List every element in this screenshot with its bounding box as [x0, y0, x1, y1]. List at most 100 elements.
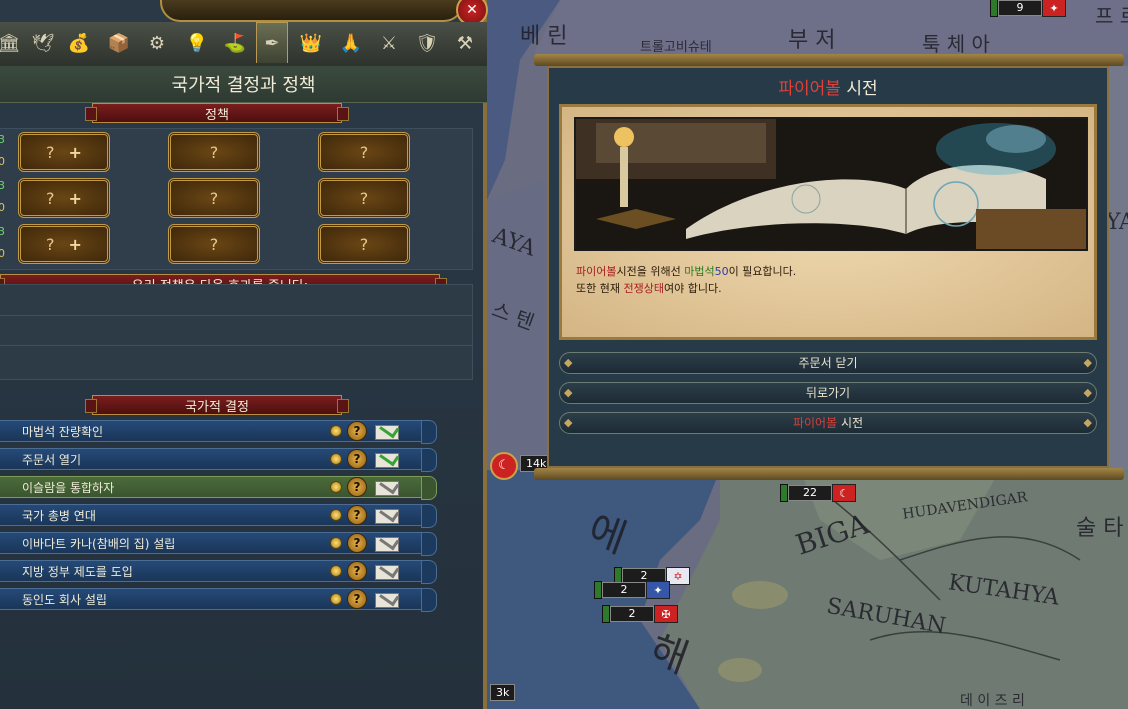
- map-label: 프 로: [1095, 4, 1128, 28]
- decision-item[interactable]: 동인도 회사 설립 ?: [0, 588, 437, 612]
- policy-effects-area: [0, 284, 473, 380]
- envelope-disabled-icon[interactable]: [375, 481, 399, 496]
- add-policy-icon[interactable]: +: [69, 143, 82, 162]
- event-parchment: 파이어볼시전을 위해선 마법석50이 필요합니다. 또한 현재 전쟁상태여야 합…: [559, 104, 1097, 340]
- divider: [0, 345, 472, 346]
- option-close-scroll-button[interactable]: 주문서 닫기: [559, 352, 1097, 374]
- stability-tab-icon[interactable]: 🛡: [412, 26, 442, 60]
- event-text-spell: 파이어볼: [576, 265, 617, 278]
- trade-tab-icon[interactable]: 📦: [104, 26, 134, 60]
- event-title-rest: 시전: [840, 79, 878, 99]
- panel-title: 국가적 결정과 정책: [171, 75, 316, 96]
- help-icon[interactable]: ?: [347, 561, 367, 581]
- event-text-line: 파이어볼시전을 위해선 마법석50이 필요합니다.: [576, 263, 1086, 280]
- event-text-war-state: 전쟁상태: [623, 282, 664, 295]
- option-rest: 시전: [837, 416, 864, 430]
- envelope-disabled-icon[interactable]: [375, 509, 399, 524]
- option-spell-name: 파이어볼: [792, 416, 838, 430]
- policy-count: 0: [0, 155, 5, 168]
- military-tab-icon[interactable]: ⚔: [374, 26, 404, 60]
- decision-item[interactable]: 국가 총병 연대 ?: [0, 504, 437, 528]
- policy-slot[interactable]: ? +: [18, 178, 110, 218]
- unit-flag-icon: ☾: [832, 484, 856, 502]
- help-icon[interactable]: ?: [347, 477, 367, 497]
- navy-unit[interactable]: 2 ✠: [602, 605, 678, 623]
- unit-morale-bar: [780, 484, 788, 502]
- help-icon[interactable]: ?: [347, 449, 367, 469]
- policy-slot[interactable]: ? +: [18, 224, 110, 264]
- diplomacy-tab-icon[interactable]: 🕊: [28, 26, 58, 60]
- help-icon[interactable]: ?: [347, 505, 367, 525]
- missions-tab-icon[interactable]: ⛳: [220, 26, 250, 60]
- event-text-amount: 50: [714, 265, 729, 278]
- unit-morale-bar: [990, 0, 998, 17]
- decisions-tab-icon[interactable]: ✒: [256, 22, 288, 63]
- enact-envelope-icon[interactable]: [375, 453, 399, 468]
- unit-size: 2: [602, 582, 646, 598]
- unit-flag-icon: ✦: [1042, 0, 1066, 17]
- enact-envelope-icon[interactable]: [375, 425, 399, 440]
- map-label: 트롤고비슈테: [640, 40, 712, 55]
- policy-slot[interactable]: ?: [168, 178, 260, 218]
- option-cast-fireball-button[interactable]: 파이어볼 시전: [559, 412, 1097, 434]
- coin-icon: [330, 565, 342, 577]
- add-policy-icon[interactable]: +: [69, 235, 82, 254]
- city-chip: 3k: [490, 684, 516, 701]
- unit-morale-bar: [594, 581, 602, 599]
- navy-unit[interactable]: 2 ✦: [594, 581, 670, 599]
- decision-endcap: [421, 448, 437, 472]
- unit-flag-icon: ✠: [654, 605, 678, 623]
- event-text-line: 또한 현재 전쟁상태여야 합니다.: [576, 280, 1086, 297]
- envelope-disabled-icon[interactable]: [375, 593, 399, 608]
- policy-slot[interactable]: ?: [168, 132, 260, 172]
- ideas-tab-icon[interactable]: 💡: [182, 26, 212, 60]
- decision-item[interactable]: 이슬람을 통합하자 ?: [0, 476, 437, 500]
- decision-item[interactable]: 주문서 열기 ?: [0, 448, 437, 472]
- event-text-resource: 마법석: [684, 265, 715, 278]
- envelope-disabled-icon[interactable]: [375, 537, 399, 552]
- event-frame-top: [534, 54, 1124, 66]
- unit-size: 9: [998, 0, 1042, 16]
- spellbook-illustration: [576, 119, 1086, 249]
- event-frame-bottom: [534, 468, 1124, 480]
- economy-tab-icon[interactable]: 💰: [64, 26, 94, 60]
- production-tab-icon[interactable]: ⚒: [450, 26, 480, 60]
- decision-item[interactable]: 지방 정부 제도를 도입 ?: [0, 560, 437, 584]
- help-icon[interactable]: ?: [347, 589, 367, 609]
- decision-label: 국가 총병 연대: [22, 508, 96, 523]
- help-icon[interactable]: ?: [347, 533, 367, 553]
- decision-label: 이바다트 카나(참배의 집) 설립: [22, 536, 176, 551]
- panel-top-ornament: [160, 0, 464, 22]
- policy-count: 3: [0, 133, 5, 146]
- add-policy-icon[interactable]: +: [69, 189, 82, 208]
- army-unit[interactable]: 22 ☾: [780, 484, 856, 502]
- decision-item[interactable]: 마법석 잔량확인 ?: [0, 420, 437, 444]
- map-label: 툭 체 아: [922, 32, 990, 56]
- policies-header: 정책: [85, 103, 349, 123]
- coin-icon: [330, 593, 342, 605]
- estates-tab-icon[interactable]: 👑: [296, 26, 326, 60]
- policy-slot[interactable]: ? +: [18, 132, 110, 172]
- policy-slot[interactable]: ?: [318, 178, 410, 218]
- policy-slot[interactable]: ?: [318, 132, 410, 172]
- unknown-policy-icon: ?: [209, 234, 219, 254]
- decision-item[interactable]: 이바다트 카나(참배의 집) 설립 ?: [0, 532, 437, 556]
- technology-tab-icon[interactable]: ⚙: [142, 26, 172, 60]
- unknown-policy-icon: ?: [359, 234, 369, 254]
- envelope-disabled-icon[interactable]: [375, 565, 399, 580]
- option-back-button[interactable]: 뒤로가기: [559, 382, 1097, 404]
- event-picture: [574, 117, 1088, 251]
- government-tab-icon[interactable]: 🏛: [0, 26, 24, 60]
- help-icon[interactable]: ?: [347, 421, 367, 441]
- decision-endcap: [421, 420, 437, 444]
- religion-tab-icon[interactable]: 🙏: [336, 26, 366, 60]
- policy-slot[interactable]: ?: [318, 224, 410, 264]
- army-unit[interactable]: 9 ✦: [990, 0, 1066, 17]
- decision-label: 마법석 잔량확인: [22, 424, 104, 439]
- unknown-policy-icon: ?: [359, 142, 369, 162]
- ottoman-crescent-icon[interactable]: ☾: [490, 452, 518, 480]
- policy-slot[interactable]: ?: [168, 224, 260, 264]
- event-text-run: 시전을 위해선: [616, 265, 685, 278]
- event-text-run: 여야 합니다.: [663, 282, 722, 295]
- unknown-policy-icon: ?: [46, 234, 55, 254]
